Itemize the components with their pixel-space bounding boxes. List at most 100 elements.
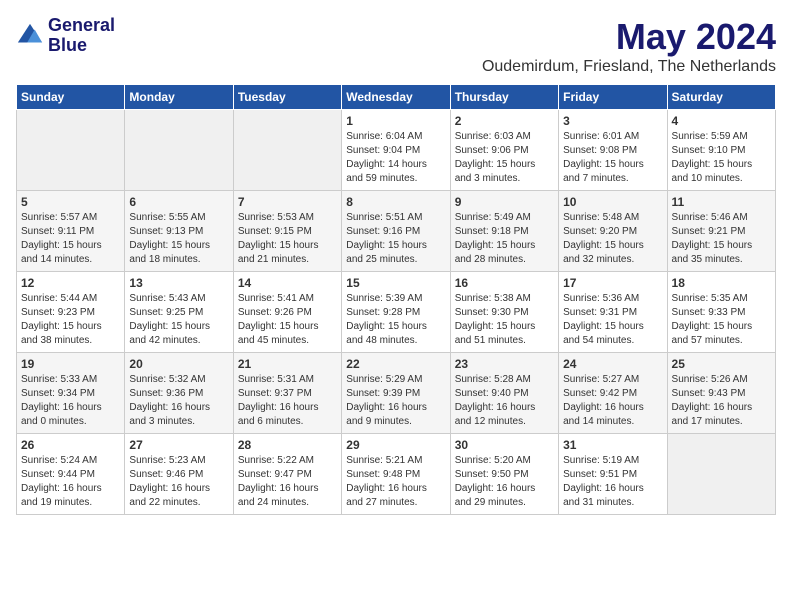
calendar-cell: 24 Sunrise: 5:27 AM Sunset: 9:42 PM Dayli… bbox=[559, 353, 667, 434]
calendar-cell: 30 Sunrise: 5:20 AM Sunset: 9:50 PM Dayli… bbox=[450, 434, 558, 515]
cell-content: Sunrise: 5:38 AM Sunset: 9:30 PM Dayligh… bbox=[455, 292, 554, 348]
cell-content: Sunrise: 5:23 AM Sunset: 9:46 PM Dayligh… bbox=[129, 454, 228, 510]
day-number: 30 bbox=[455, 438, 554, 452]
day-number: 20 bbox=[129, 357, 228, 371]
logo: General Blue bbox=[16, 16, 115, 56]
calendar-cell: 13Sunrise: 5:43 AM Sunset: 9:25 PM Dayli… bbox=[125, 272, 233, 353]
calendar-cell: 27 Sunrise: 5:23 AM Sunset: 9:46 PM Dayli… bbox=[125, 434, 233, 515]
cell-content: Sunrise: 5:39 AM Sunset: 9:28 PM Dayligh… bbox=[346, 292, 445, 348]
logo-icon bbox=[16, 22, 44, 50]
cell-content: Sunrise: 5:26 AM Sunset: 9:43 PM Dayligh… bbox=[672, 373, 771, 429]
cell-content: Sunrise: 5:27 AM Sunset: 9:42 PM Dayligh… bbox=[563, 373, 662, 429]
cell-content: Sunrise: 5:53 AM Sunset: 9:15 PM Dayligh… bbox=[238, 211, 337, 267]
cell-content: Sunrise: 5:21 AM Sunset: 9:48 PM Dayligh… bbox=[346, 454, 445, 510]
cell-content: Sunrise: 5:31 AM Sunset: 9:37 PM Dayligh… bbox=[238, 373, 337, 429]
calendar-cell: 21 Sunrise: 5:31 AM Sunset: 9:37 PM Dayli… bbox=[233, 353, 341, 434]
weekday-header-sunday: Sunday bbox=[17, 85, 125, 110]
calendar-cell: 5 Sunrise: 5:57 AM Sunset: 9:11 PM Daylig… bbox=[17, 191, 125, 272]
day-number: 27 bbox=[129, 438, 228, 452]
title-block: May 2024 Oudemirdum, Friesland, The Neth… bbox=[482, 16, 776, 76]
calendar-cell: 14 Sunrise: 5:41 AM Sunset: 9:26 PM Dayli… bbox=[233, 272, 341, 353]
cell-content: Sunrise: 5:43 AM Sunset: 9:25 PM Dayligh… bbox=[129, 292, 228, 348]
cell-content: Sunrise: 5:35 AM Sunset: 9:33 PM Dayligh… bbox=[672, 292, 771, 348]
calendar-cell bbox=[667, 434, 775, 515]
day-number: 15 bbox=[346, 276, 445, 290]
day-number: 3 bbox=[563, 114, 662, 128]
cell-content: Sunrise: 5:20 AM Sunset: 9:50 PM Dayligh… bbox=[455, 454, 554, 510]
day-number: 17 bbox=[563, 276, 662, 290]
calendar-cell: 15 Sunrise: 5:39 AM Sunset: 9:28 PM Dayli… bbox=[342, 272, 450, 353]
weekday-header-tuesday: Tuesday bbox=[233, 85, 341, 110]
cell-content: Sunrise: 5:24 AM Sunset: 9:44 PM Dayligh… bbox=[21, 454, 120, 510]
cell-content: Sunrise: 5:59 AM Sunset: 9:10 PM Dayligh… bbox=[672, 130, 771, 186]
calendar-cell: 22 Sunrise: 5:29 AM Sunset: 9:39 PM Dayli… bbox=[342, 353, 450, 434]
calendar-cell: 25 Sunrise: 5:26 AM Sunset: 9:43 PM Dayli… bbox=[667, 353, 775, 434]
cell-content: Sunrise: 5:57 AM Sunset: 9:11 PM Dayligh… bbox=[21, 211, 120, 267]
day-number: 16 bbox=[455, 276, 554, 290]
calendar-cell: 3 Sunrise: 6:01 AM Sunset: 9:08 PM Daylig… bbox=[559, 110, 667, 191]
day-number: 1 bbox=[346, 114, 445, 128]
day-number: 26 bbox=[21, 438, 120, 452]
calendar-cell bbox=[17, 110, 125, 191]
cell-content: Sunrise: 5:19 AM Sunset: 9:51 PM Dayligh… bbox=[563, 454, 662, 510]
calendar-cell: 9 Sunrise: 5:49 AM Sunset: 9:18 PM Daylig… bbox=[450, 191, 558, 272]
day-number: 29 bbox=[346, 438, 445, 452]
cell-content: Sunrise: 5:32 AM Sunset: 9:36 PM Dayligh… bbox=[129, 373, 228, 429]
month-title: May 2024 bbox=[482, 16, 776, 58]
page-header: General Blue May 2024 Oudemirdum, Friesl… bbox=[16, 16, 776, 76]
calendar-cell: 19Sunrise: 5:33 AM Sunset: 9:34 PM Dayli… bbox=[17, 353, 125, 434]
day-number: 7 bbox=[238, 195, 337, 209]
calendar-cell: 23Sunrise: 5:28 AM Sunset: 9:40 PM Dayli… bbox=[450, 353, 558, 434]
calendar-table: SundayMondayTuesdayWednesdayThursdayFrid… bbox=[16, 84, 776, 515]
location-subtitle: Oudemirdum, Friesland, The Netherlands bbox=[482, 58, 776, 76]
day-number: 22 bbox=[346, 357, 445, 371]
cell-content: Sunrise: 5:55 AM Sunset: 9:13 PM Dayligh… bbox=[129, 211, 228, 267]
cell-content: Sunrise: 5:41 AM Sunset: 9:26 PM Dayligh… bbox=[238, 292, 337, 348]
cell-content: Sunrise: 5:44 AM Sunset: 9:23 PM Dayligh… bbox=[21, 292, 120, 348]
calendar-cell: 7 Sunrise: 5:53 AM Sunset: 9:15 PM Daylig… bbox=[233, 191, 341, 272]
calendar-cell: 29 Sunrise: 5:21 AM Sunset: 9:48 PM Dayli… bbox=[342, 434, 450, 515]
day-number: 11 bbox=[672, 195, 771, 209]
calendar-cell: 28Sunrise: 5:22 AM Sunset: 9:47 PM Dayli… bbox=[233, 434, 341, 515]
calendar-cell bbox=[233, 110, 341, 191]
day-number: 8 bbox=[346, 195, 445, 209]
calendar-cell: 11 Sunrise: 5:46 AM Sunset: 9:21 PM Dayli… bbox=[667, 191, 775, 272]
day-number: 6 bbox=[129, 195, 228, 209]
calendar-cell: 26 Sunrise: 5:24 AM Sunset: 9:44 PM Dayli… bbox=[17, 434, 125, 515]
calendar-cell: 8Sunrise: 5:51 AM Sunset: 9:16 PM Daylig… bbox=[342, 191, 450, 272]
cell-content: Sunrise: 5:28 AM Sunset: 9:40 PM Dayligh… bbox=[455, 373, 554, 429]
cell-content: Sunrise: 5:33 AM Sunset: 9:34 PM Dayligh… bbox=[21, 373, 120, 429]
day-number: 10 bbox=[563, 195, 662, 209]
calendar-cell: 12 Sunrise: 5:44 AM Sunset: 9:23 PM Dayli… bbox=[17, 272, 125, 353]
calendar-cell: 1Sunrise: 6:04 AM Sunset: 9:04 PM Daylig… bbox=[342, 110, 450, 191]
day-number: 18 bbox=[672, 276, 771, 290]
weekday-header-thursday: Thursday bbox=[450, 85, 558, 110]
calendar-cell: 20 Sunrise: 5:32 AM Sunset: 9:36 PM Dayli… bbox=[125, 353, 233, 434]
cell-content: Sunrise: 5:22 AM Sunset: 9:47 PM Dayligh… bbox=[238, 454, 337, 510]
cell-content: Sunrise: 5:46 AM Sunset: 9:21 PM Dayligh… bbox=[672, 211, 771, 267]
day-number: 2 bbox=[455, 114, 554, 128]
calendar-cell: 16 Sunrise: 5:38 AM Sunset: 9:30 PM Dayli… bbox=[450, 272, 558, 353]
weekday-header-wednesday: Wednesday bbox=[342, 85, 450, 110]
cell-content: Sunrise: 6:01 AM Sunset: 9:08 PM Dayligh… bbox=[563, 130, 662, 186]
calendar-cell: 18 Sunrise: 5:35 AM Sunset: 9:33 PM Dayli… bbox=[667, 272, 775, 353]
cell-content: Sunrise: 5:36 AM Sunset: 9:31 PM Dayligh… bbox=[563, 292, 662, 348]
cell-content: Sunrise: 5:49 AM Sunset: 9:18 PM Dayligh… bbox=[455, 211, 554, 267]
logo-text: General Blue bbox=[48, 16, 115, 56]
calendar-cell bbox=[125, 110, 233, 191]
cell-content: Sunrise: 5:29 AM Sunset: 9:39 PM Dayligh… bbox=[346, 373, 445, 429]
day-number: 21 bbox=[238, 357, 337, 371]
cell-content: Sunrise: 6:03 AM Sunset: 9:06 PM Dayligh… bbox=[455, 130, 554, 186]
calendar-cell: 2 Sunrise: 6:03 AM Sunset: 9:06 PM Daylig… bbox=[450, 110, 558, 191]
weekday-header-saturday: Saturday bbox=[667, 85, 775, 110]
day-number: 5 bbox=[21, 195, 120, 209]
calendar-cell: 17 Sunrise: 5:36 AM Sunset: 9:31 PM Dayli… bbox=[559, 272, 667, 353]
day-number: 12 bbox=[21, 276, 120, 290]
calendar-cell: 10Sunrise: 5:48 AM Sunset: 9:20 PM Dayli… bbox=[559, 191, 667, 272]
day-number: 31 bbox=[563, 438, 662, 452]
day-number: 24 bbox=[563, 357, 662, 371]
weekday-header-monday: Monday bbox=[125, 85, 233, 110]
day-number: 9 bbox=[455, 195, 554, 209]
day-number: 14 bbox=[238, 276, 337, 290]
day-number: 25 bbox=[672, 357, 771, 371]
